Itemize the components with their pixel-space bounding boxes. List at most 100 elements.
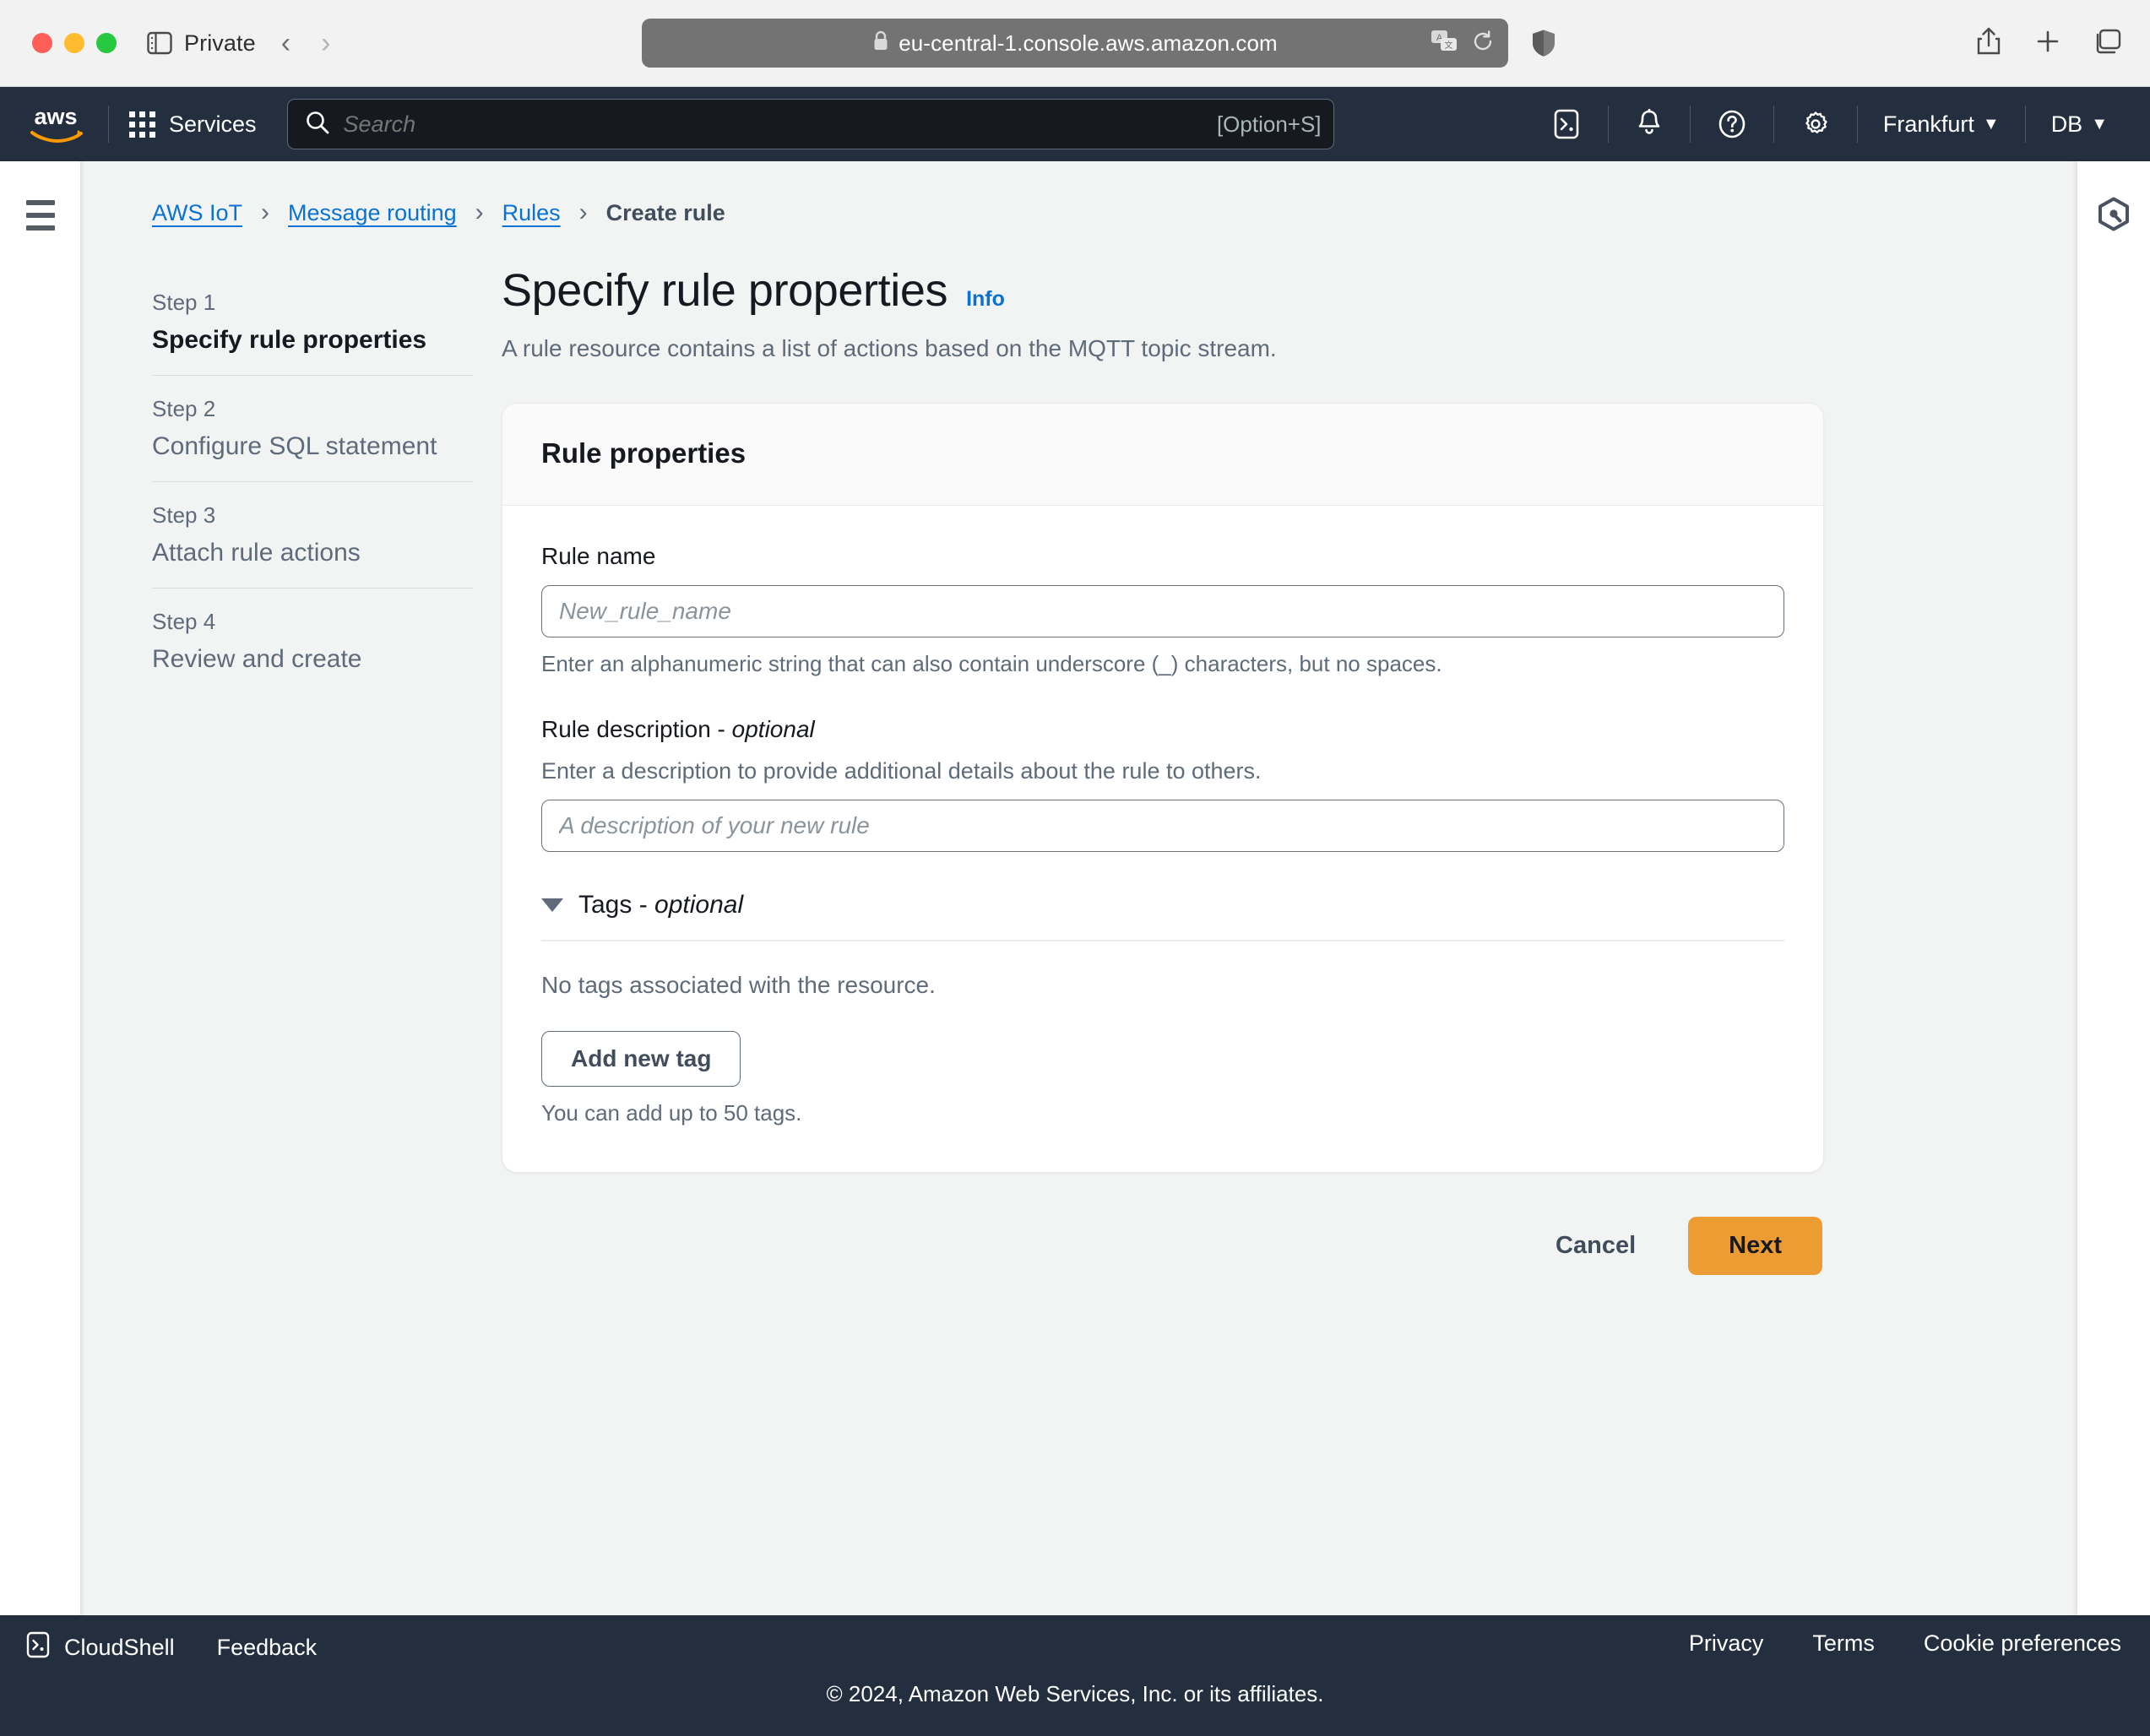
top-nav-icons: Frankfurt ▼ DB ▼ <box>1530 106 2128 143</box>
hamburger-menu-icon[interactable] <box>25 200 55 1615</box>
aws-top-navigation: aws Services [Option+S] <box>0 87 2150 161</box>
new-tab-icon[interactable] <box>2035 29 2060 58</box>
region-label: Frankfurt <box>1882 111 1974 137</box>
next-button[interactable]: Next <box>1688 1217 1822 1275</box>
tags-section-title: Tags - optional <box>578 891 743 920</box>
global-search-box[interactable]: [Option+S] <box>286 99 1334 149</box>
footer-terms-link[interactable]: Terms <box>1812 1630 1875 1657</box>
search-icon <box>305 110 330 139</box>
footer-cloudshell-button[interactable]: CloudShell <box>25 1631 175 1664</box>
wizard-step-2[interactable]: Step 2 Configure SQL statement <box>152 375 473 481</box>
add-new-tag-button[interactable]: Add new tag <box>541 1031 741 1087</box>
maximize-window-button[interactable] <box>96 33 117 53</box>
rule-name-input[interactable] <box>541 585 1784 637</box>
window-traffic-lights[interactable] <box>32 33 117 53</box>
footer-feedback-link[interactable]: Feedback <box>217 1635 318 1661</box>
tags-divider <box>541 940 1784 941</box>
main-content-area: AWS IoT › Message routing › Rules › Crea… <box>80 161 2077 1615</box>
breadcrumb: AWS IoT › Message routing › Rules › Crea… <box>80 198 2077 227</box>
chevron-down-icon: ▼ <box>1982 114 2000 133</box>
aws-logo[interactable]: aws <box>25 104 86 144</box>
wizard-step-1[interactable]: Step 1 Specify rule properties <box>152 279 473 375</box>
breadcrumb-item-message-routing[interactable]: Message routing <box>288 200 457 226</box>
footer-cookie-preferences-link[interactable]: Cookie preferences <box>1924 1630 2121 1657</box>
nav-divider <box>108 106 109 143</box>
card-header: Rule properties <box>502 404 1823 506</box>
left-navigation-rail <box>0 161 80 1615</box>
nav-divider <box>1856 106 1858 143</box>
share-icon[interactable] <box>1976 27 2001 60</box>
reload-icon[interactable] <box>1471 30 1495 57</box>
address-bar[interactable]: eu-central-1.console.aws.amazon.com A文 <box>642 19 1508 68</box>
footer-left-links: CloudShell Feedback <box>25 1631 317 1664</box>
rule-description-label-main: Rule description - <box>541 716 732 742</box>
wizard-steps-navigation: Step 1 Specify rule properties Step 2 Co… <box>152 264 473 1275</box>
wizard-step-4[interactable]: Step 4 Review and create <box>152 588 473 694</box>
sidebar-toggle-icon[interactable] <box>147 31 172 55</box>
account-menu[interactable]: DB ▼ <box>2031 111 2128 138</box>
wizard-step-4-number: Step 4 <box>152 609 216 634</box>
wizard-main-column: Specify rule properties Info A rule reso… <box>473 264 1824 1275</box>
breadcrumb-item-rules[interactable]: Rules <box>502 200 561 226</box>
tags-title-main: Tags - <box>578 891 655 919</box>
search-shortcut-hint: [Option+S] <box>1216 111 1322 137</box>
tabs-overview-icon[interactable] <box>2094 29 2121 58</box>
chevron-down-icon <box>541 898 563 912</box>
services-menu-button[interactable]: Services <box>114 103 272 146</box>
breadcrumb-item-create-rule: Create rule <box>605 199 725 225</box>
svg-text:aws: aws <box>34 104 77 129</box>
lock-icon <box>872 30 889 56</box>
rule-name-label: Rule name <box>541 543 656 569</box>
question-circle-icon[interactable] <box>1696 109 1768 139</box>
privacy-shield-icon[interactable] <box>1531 29 1556 57</box>
rule-description-help: Enter a description to provide additiona… <box>541 758 1262 784</box>
footer-top-row: CloudShell Feedback Privacy Terms Cookie… <box>0 1615 2150 1679</box>
search-input[interactable] <box>343 111 1317 138</box>
card-body: Rule name Enter an alphanumeric string t… <box>502 506 1823 1172</box>
nav-divider <box>1773 106 1774 143</box>
close-window-button[interactable] <box>32 33 52 53</box>
info-link[interactable]: Info <box>966 287 1005 312</box>
chevron-left-icon[interactable]: ‹ <box>281 29 290 57</box>
footer-cloudshell-label: CloudShell <box>64 1634 175 1660</box>
page-subtitle: A rule resource contains a list of actio… <box>502 335 1277 361</box>
region-selector[interactable]: Frankfurt ▼ <box>1863 111 2020 138</box>
footer-right-links: Privacy Terms Cookie preferences <box>1689 1630 2121 1657</box>
cloudshell-icon[interactable] <box>1530 109 1603 139</box>
page-title: Specify rule properties <box>502 265 948 316</box>
tags-title-optional: optional <box>654 891 744 919</box>
cancel-button[interactable]: Cancel <box>1534 1218 1658 1273</box>
amazon-q-icon[interactable] <box>2097 197 2131 1615</box>
browser-nav-arrows[interactable]: ‹ › <box>281 29 331 57</box>
wizard-step-2-number: Step 2 <box>152 396 216 421</box>
tags-empty-message: No tags associated with the resource. <box>541 972 936 998</box>
chevron-right-icon[interactable]: › <box>321 29 330 57</box>
wizard-step-3-title: Attach rule actions <box>152 539 361 567</box>
private-browsing-label: Private <box>184 30 256 56</box>
breadcrumb-separator-icon: › <box>578 198 588 226</box>
rule-description-label-optional: optional <box>731 716 815 742</box>
minimize-window-button[interactable] <box>64 33 84 53</box>
nav-divider <box>1607 106 1609 143</box>
rule-name-hint: Enter an alphanumeric string that can al… <box>541 651 1442 676</box>
rule-description-field-group: Rule description - optional Enter a desc… <box>541 716 1784 852</box>
wizard-step-4-title: Review and create <box>152 645 362 673</box>
wizard-step-3[interactable]: Step 3 Attach rule actions <box>152 481 473 588</box>
bell-icon[interactable] <box>1614 109 1685 139</box>
wizard-layout: Step 1 Specify rule properties Step 2 Co… <box>80 264 2077 1275</box>
chevron-down-icon: ▼ <box>2091 114 2108 133</box>
tags-expand-toggle[interactable]: Tags - optional <box>541 891 1784 940</box>
browser-toolbar-right[interactable] <box>1976 27 2121 60</box>
gear-icon[interactable] <box>1779 109 1852 139</box>
footer-copyright: © 2024, Amazon Web Services, Inc. or its… <box>826 1681 1324 1706</box>
rule-properties-card: Rule properties Rule name Enter an alpha… <box>502 403 1824 1173</box>
rule-description-input[interactable] <box>541 800 1784 852</box>
grid-icon <box>129 111 155 138</box>
breadcrumb-item-aws-iot[interactable]: AWS IoT <box>152 200 242 226</box>
translate-icon[interactable]: A文 <box>1431 30 1459 57</box>
footer-privacy-link[interactable]: Privacy <box>1689 1630 1764 1657</box>
card-title: Rule properties <box>541 437 747 469</box>
page-footer: CloudShell Feedback Privacy Terms Cookie… <box>0 1615 2150 1736</box>
wizard-step-2-title: Configure SQL statement <box>152 432 437 460</box>
cloudshell-icon <box>25 1631 51 1664</box>
